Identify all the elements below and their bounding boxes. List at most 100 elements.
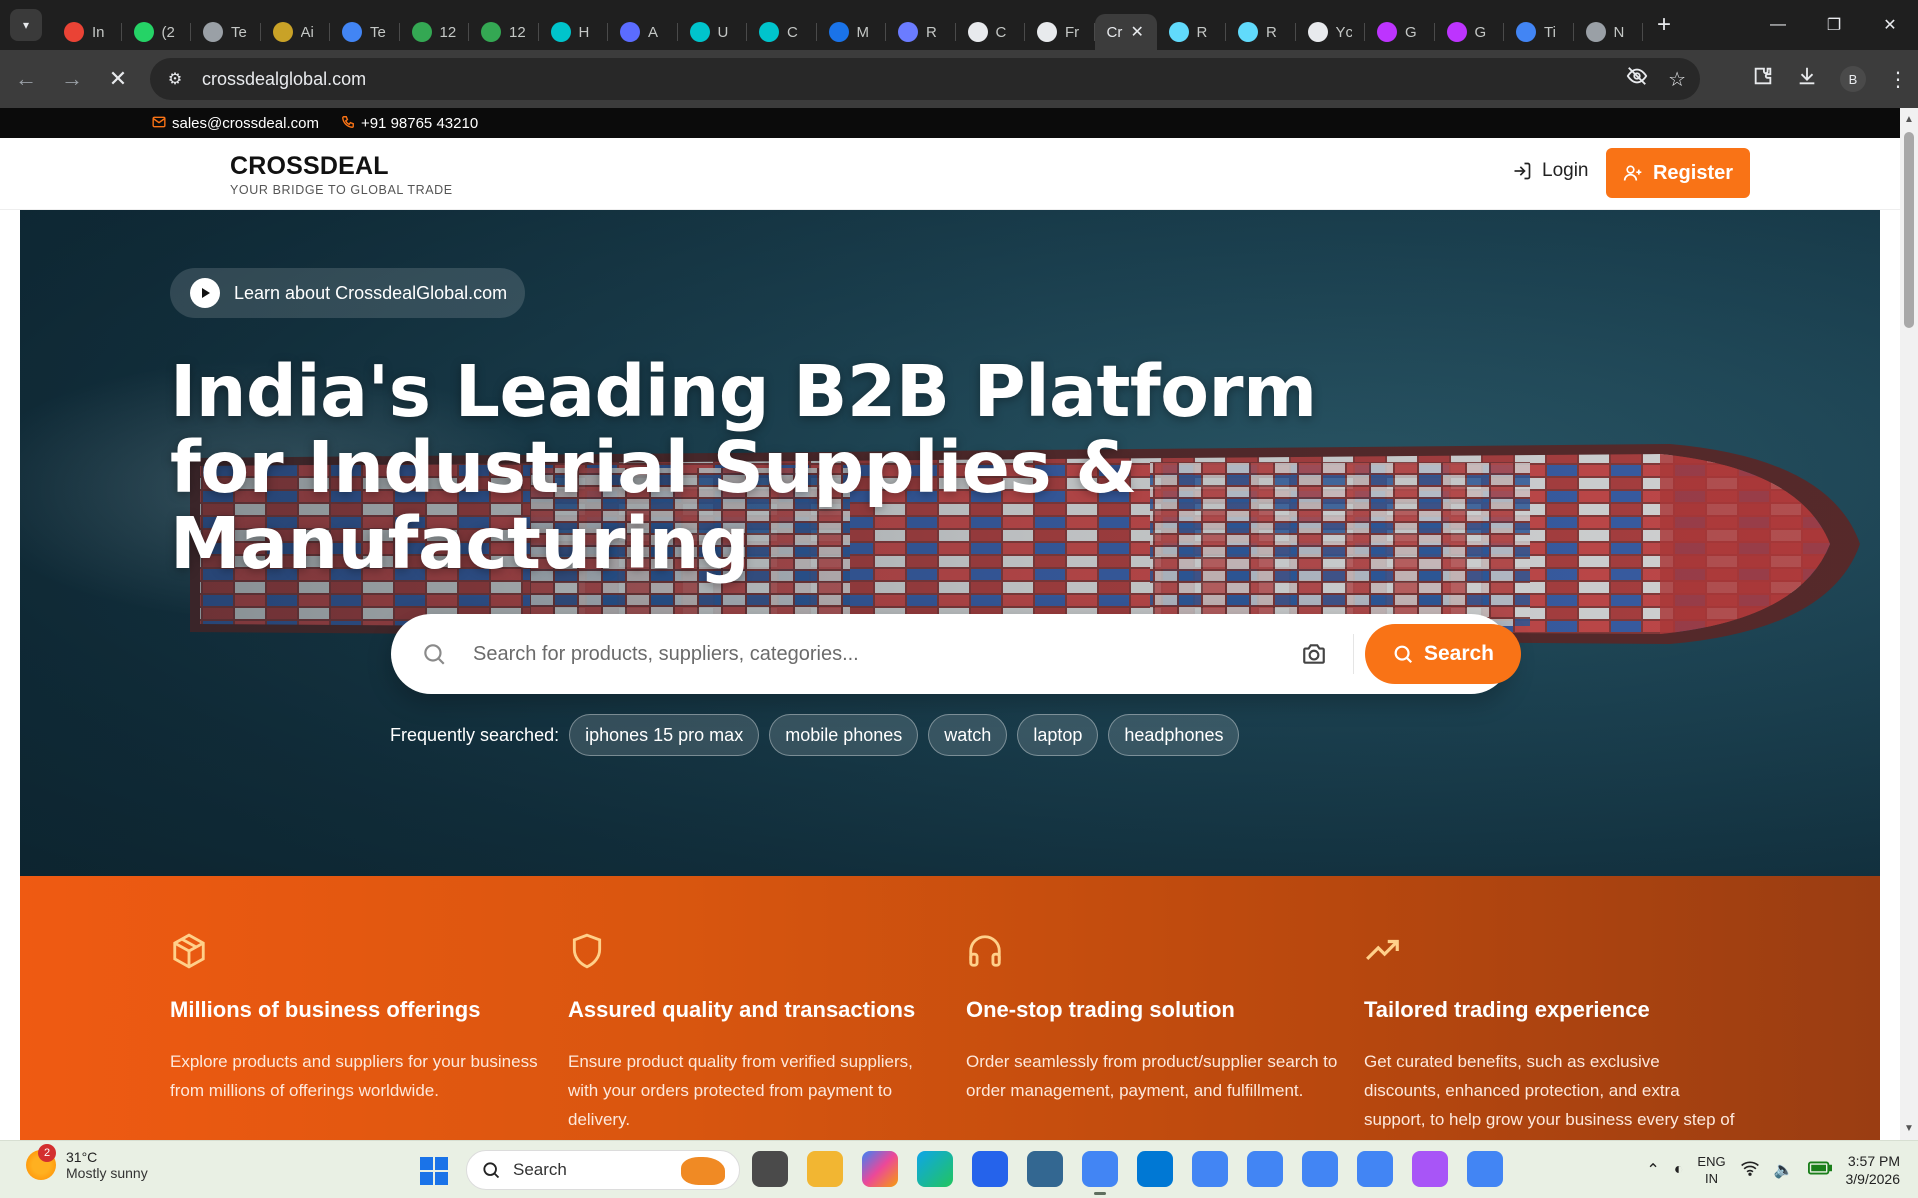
learn-about-button[interactable]: Learn about CrossdealGlobal.com bbox=[170, 268, 526, 318]
browser-tab[interactable]: Yc bbox=[1296, 14, 1366, 50]
browser-tab[interactable]: (2 bbox=[122, 14, 192, 50]
search-chip[interactable]: watch bbox=[928, 714, 1008, 756]
network-status-icon[interactable]: ◐ bbox=[1674, 1161, 1684, 1179]
back-button[interactable]: ← bbox=[6, 59, 46, 99]
maps-pin-icon bbox=[481, 22, 501, 42]
tab-search-menu-button[interactable]: ▾ bbox=[10, 9, 42, 41]
extensions-icon[interactable] bbox=[1752, 65, 1774, 93]
address-bar[interactable]: ⚙ crossdealglobal.com ☆ bbox=[150, 58, 1700, 100]
browser-tab[interactable]: C bbox=[956, 14, 1026, 50]
chrome-icon[interactable] bbox=[1082, 1151, 1118, 1195]
feature-title: One-stop trading solution bbox=[966, 997, 1235, 1022]
browser-tab[interactable]: Ai bbox=[261, 14, 331, 50]
shield-icon bbox=[572, 933, 602, 969]
download-icon[interactable] bbox=[1796, 65, 1818, 93]
tab-title: H bbox=[578, 23, 590, 41]
features-section: Millions of business offerings Explore p… bbox=[20, 876, 1880, 1140]
browser-tab[interactable]: N bbox=[1574, 14, 1644, 50]
restore-button[interactable]: ❐ bbox=[1806, 0, 1862, 50]
chrome-profile-icon[interactable] bbox=[1247, 1151, 1283, 1187]
task-view-icon[interactable] bbox=[752, 1151, 788, 1187]
tab-title: R bbox=[926, 23, 937, 41]
eye-off-icon[interactable] bbox=[1626, 65, 1648, 93]
browser-tab[interactable]: Te bbox=[330, 14, 400, 50]
browser-tab[interactable]: Ti bbox=[1504, 14, 1574, 50]
browser-tab[interactable]: 12 bbox=[469, 14, 539, 50]
site-info-icon[interactable]: ⚙ bbox=[162, 66, 188, 92]
browser-tab[interactable]: A bbox=[608, 14, 678, 50]
browser-tab[interactable]: 12 bbox=[400, 14, 470, 50]
new-tab-button[interactable]: + bbox=[1657, 11, 1671, 39]
search-chip[interactable]: headphones bbox=[1108, 714, 1240, 756]
search-chip[interactable]: iphones 15 pro max bbox=[569, 714, 760, 756]
scrollbar-thumb[interactable] bbox=[1904, 132, 1914, 328]
chrome-profile-icon[interactable] bbox=[1357, 1151, 1393, 1187]
contact-email[interactable]: sales@crossdeal.com bbox=[152, 115, 319, 132]
camera-icon[interactable] bbox=[1301, 641, 1327, 667]
tab-title: G bbox=[1405, 23, 1417, 41]
scroll-down-arrow-icon[interactable]: ▼ bbox=[1904, 1123, 1914, 1134]
battery-icon[interactable] bbox=[1807, 1161, 1832, 1180]
browser-tab[interactable]: Te bbox=[191, 14, 261, 50]
login-button[interactable]: Login bbox=[1512, 160, 1589, 182]
copilot-icon[interactable] bbox=[862, 1151, 898, 1187]
clock-date: 3/9/2026 bbox=[1845, 1171, 1901, 1187]
search-icon bbox=[424, 644, 445, 665]
profile-avatar[interactable]: B bbox=[1840, 66, 1866, 92]
chrome-profile-icon[interactable] bbox=[1302, 1151, 1338, 1187]
tab-title: Ti bbox=[1544, 23, 1556, 41]
browser-tab[interactable]: R bbox=[1226, 14, 1296, 50]
search-button[interactable]: Search bbox=[1365, 624, 1521, 684]
edge-icon[interactable] bbox=[917, 1151, 953, 1187]
react-icon bbox=[1168, 22, 1189, 42]
browser-tab[interactable]: In bbox=[52, 14, 122, 50]
browser-tab[interactable]: U bbox=[678, 14, 748, 50]
chrome-profile-icon[interactable] bbox=[1192, 1151, 1228, 1187]
hero-headline-line3: Manufacturing bbox=[170, 502, 750, 585]
taskbar-clock[interactable]: 3:57 PM 3/9/2026 bbox=[1846, 1152, 1901, 1188]
volume-icon[interactable]: 🔈 bbox=[1774, 1160, 1794, 1180]
language-indicator[interactable]: ENG IN bbox=[1697, 1153, 1725, 1187]
taskbar-search[interactable]: Search bbox=[466, 1150, 740, 1190]
taskbar-apps bbox=[752, 1151, 1503, 1195]
page-scrollbar[interactable]: ▲ ▼ bbox=[1900, 108, 1918, 1140]
brand-logo[interactable]: CROSSDEAL YOUR BRIDGE TO GLOBAL TRADE bbox=[230, 152, 453, 197]
stop-loading-button[interactable]: ✕ bbox=[98, 59, 138, 99]
search-chip[interactable]: laptop bbox=[1017, 714, 1099, 756]
url-text[interactable]: crossdealglobal.com bbox=[202, 69, 366, 90]
browser-tab[interactable]: G bbox=[1435, 14, 1505, 50]
file-explorer-icon[interactable] bbox=[807, 1151, 843, 1187]
browser-tab[interactable]: M bbox=[817, 14, 887, 50]
register-button[interactable]: Register bbox=[1606, 148, 1750, 198]
bookmark-star-icon[interactable]: ☆ bbox=[1668, 67, 1686, 92]
wifi-icon[interactable] bbox=[1740, 1160, 1760, 1181]
search-button-label: Search bbox=[1423, 642, 1495, 665]
search-chip[interactable]: mobile phones bbox=[769, 714, 919, 756]
minimize-button[interactable]: — bbox=[1750, 0, 1806, 50]
vscode-icon[interactable] bbox=[1137, 1151, 1173, 1187]
tab-active[interactable]: Cr ✕ bbox=[1094, 14, 1157, 50]
search-input[interactable] bbox=[473, 634, 1253, 674]
tray-chevron-up-icon[interactable]: ⌃ bbox=[1646, 1160, 1659, 1180]
browser-tab[interactable]: R bbox=[886, 14, 956, 50]
scroll-up-arrow-icon[interactable]: ▲ bbox=[1904, 114, 1914, 125]
browser-tab[interactable]: C bbox=[747, 14, 817, 50]
weather-widget[interactable]: 2 31°C Mostly sunny bbox=[26, 1144, 148, 1181]
figma-icon[interactable] bbox=[1412, 1151, 1448, 1187]
close-window-button[interactable]: ✕ bbox=[1862, 0, 1918, 50]
browser-tab[interactable]: H bbox=[539, 14, 609, 50]
store-icon[interactable] bbox=[972, 1151, 1008, 1187]
browser-menu-icon[interactable]: ⋮ bbox=[1888, 67, 1908, 92]
windows-start-icon[interactable] bbox=[420, 1157, 448, 1185]
taskbar-search-label: Search bbox=[513, 1160, 567, 1179]
postgresql-icon[interactable] bbox=[1027, 1151, 1063, 1187]
meet-icon bbox=[828, 22, 849, 42]
browser-tab[interactable]: Fr bbox=[1025, 14, 1095, 50]
browser-tab[interactable]: G bbox=[1365, 14, 1435, 50]
close-tab-icon[interactable]: ✕ bbox=[1131, 22, 1144, 42]
google-icon bbox=[1516, 22, 1536, 42]
forward-button[interactable]: → bbox=[52, 59, 92, 99]
contact-phone[interactable]: +91 98765 43210 bbox=[341, 115, 478, 132]
chrome-profile-icon[interactable] bbox=[1467, 1151, 1503, 1187]
browser-tab[interactable]: R bbox=[1157, 14, 1227, 50]
